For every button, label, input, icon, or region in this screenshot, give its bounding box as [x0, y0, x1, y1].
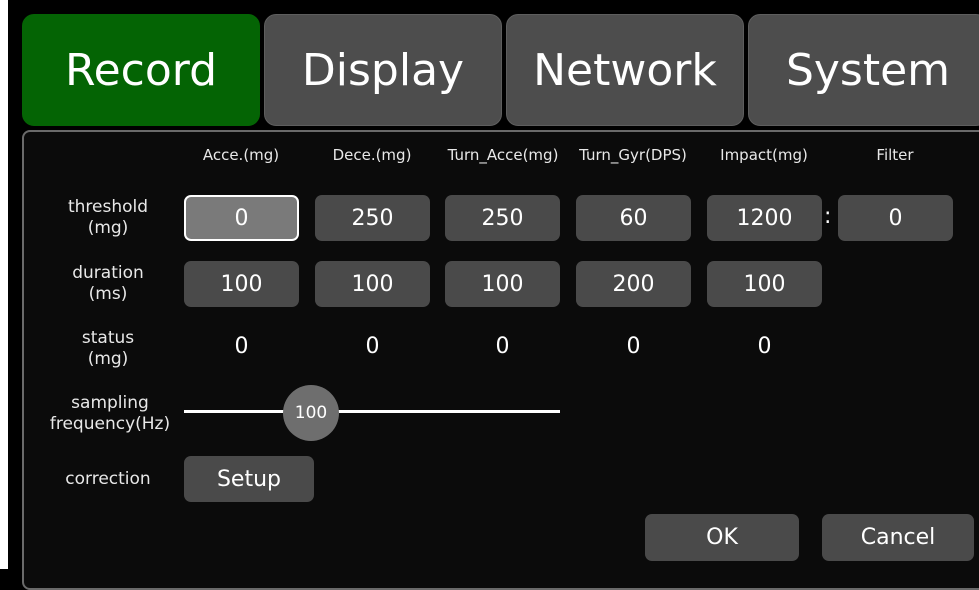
- threshold-impact-field[interactable]: 1200: [707, 195, 822, 241]
- threshold-dece-field[interactable]: 250: [315, 195, 430, 241]
- tab-display[interactable]: Display: [264, 14, 502, 126]
- row-label-sampling: sampling frequency(Hz): [30, 393, 190, 435]
- col-header-turn-gyr: Turn_Gyr(DPS): [579, 146, 687, 164]
- col-header-turn-acce: Turn_Acce(mg): [447, 146, 559, 164]
- row-label-status: status (mg): [38, 328, 178, 370]
- duration-dece-field[interactable]: 100: [315, 261, 430, 307]
- sampling-slider-track[interactable]: [184, 410, 560, 413]
- row-label-correction-text: correction: [65, 469, 151, 489]
- duration-turn-acce-field[interactable]: 100: [445, 261, 560, 307]
- threshold-turn-gyr-field[interactable]: 60: [576, 195, 691, 241]
- duration-acce-field[interactable]: 100: [184, 261, 299, 307]
- frame-edge: [0, 0, 8, 569]
- row-label-duration: duration (ms): [38, 263, 178, 305]
- tab-network[interactable]: Network: [506, 14, 744, 126]
- row-label-sampling-line2: frequency(Hz): [49, 414, 171, 434]
- row-label-duration-line2: (ms): [88, 284, 128, 304]
- tab-record[interactable]: Record: [22, 14, 260, 126]
- status-turn-acce-value: 0: [495, 334, 510, 359]
- col-header-dece: Dece.(mg): [332, 146, 412, 164]
- status-turn-gyr-value: 0: [626, 334, 641, 359]
- row-label-threshold-line1: threshold: [67, 197, 149, 217]
- sampling-slider-knob[interactable]: 100: [283, 385, 339, 441]
- col-header-impact: Impact(mg): [720, 146, 808, 164]
- threshold-filter-field[interactable]: 0: [838, 195, 953, 241]
- row-label-threshold: threshold (mg): [38, 197, 178, 239]
- col-header-filter: Filter: [876, 146, 914, 164]
- row-label-status-line1: status: [81, 328, 135, 348]
- col-header-acce: Acce.(mg): [202, 146, 280, 164]
- duration-impact-field[interactable]: 100: [707, 261, 822, 307]
- threshold-separator: :: [824, 204, 832, 229]
- row-label-correction: correction: [38, 469, 178, 490]
- duration-turn-gyr-field[interactable]: 200: [576, 261, 691, 307]
- row-label-threshold-line2: (mg): [87, 218, 129, 238]
- ok-button[interactable]: OK: [645, 514, 799, 561]
- row-label-status-line2: (mg): [87, 349, 129, 369]
- row-label-duration-line1: duration: [72, 263, 144, 283]
- row-label-sampling-line1: sampling: [71, 393, 149, 413]
- cancel-button[interactable]: Cancel: [822, 514, 974, 561]
- status-impact-value: 0: [757, 334, 772, 359]
- threshold-acce-field[interactable]: 0: [184, 195, 299, 241]
- status-acce-value: 0: [234, 334, 249, 359]
- correction-setup-button[interactable]: Setup: [184, 456, 314, 502]
- threshold-turn-acce-field[interactable]: 250: [445, 195, 560, 241]
- status-dece-value: 0: [365, 334, 380, 359]
- tab-system[interactable]: System: [748, 14, 979, 126]
